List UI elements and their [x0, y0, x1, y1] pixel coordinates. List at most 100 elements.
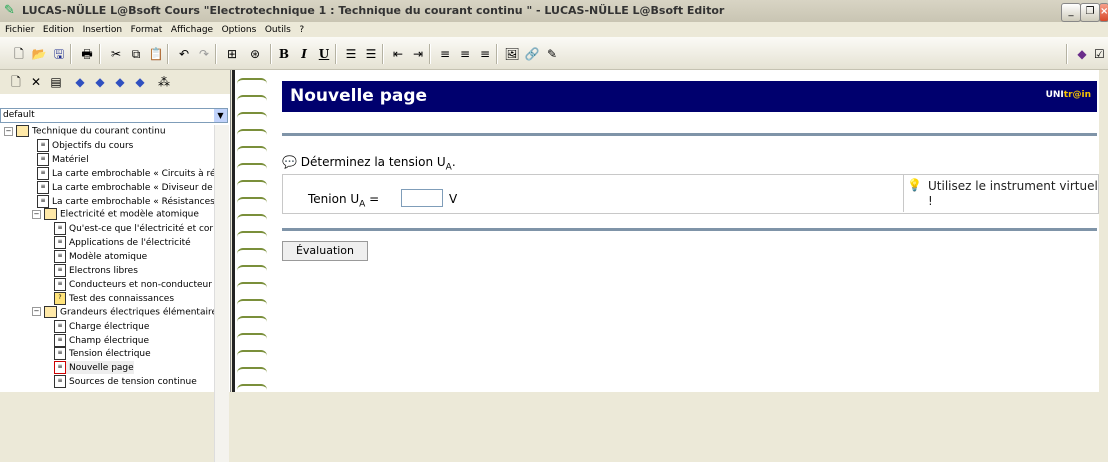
tree-item[interactable]: ≡ Objectifs du cours — [37, 138, 134, 152]
page-icon: ≡ — [37, 180, 49, 194]
spiral-ring — [237, 350, 267, 362]
tree-item[interactable]: ? Test des connaissances — [54, 291, 174, 305]
view-dropdown[interactable]: default ▼ — [0, 108, 228, 123]
image-icon[interactable]: 🖼 — [504, 46, 520, 62]
restore-icon[interactable]: ❐ — [1080, 3, 1100, 22]
content-scrollbar[interactable] — [1099, 70, 1108, 392]
minimize-icon[interactable]: _ — [1061, 3, 1081, 22]
toolbar-separator — [70, 44, 72, 64]
bullet-list-icon[interactable]: ☰ — [343, 46, 359, 62]
tree-item[interactable]: ≡ Champ électrique — [54, 333, 150, 347]
delete-icon[interactable]: ✕ — [28, 74, 44, 90]
spiral-ring — [237, 299, 267, 311]
move-down-icon[interactable]: ◆ — [132, 74, 148, 90]
redo-icon[interactable]: ↷ — [196, 46, 212, 62]
evaluation-button[interactable]: Évaluation — [282, 241, 368, 261]
italic-icon[interactable]: I — [296, 46, 312, 62]
edit-icon[interactable]: ✎ — [544, 46, 560, 62]
undo-icon[interactable]: ↶ — [176, 46, 192, 62]
app-icon: ✎ — [4, 3, 15, 18]
copy-icon[interactable]: ⧉ — [128, 46, 144, 62]
tree-item[interactable]: ≡ Sources de tension continue — [54, 375, 197, 389]
tree-scrollbar[interactable] — [214, 125, 229, 462]
move-up-icon[interactable]: ◆ — [112, 74, 128, 90]
expand-icon[interactable]: − — [4, 126, 13, 136]
tree-item[interactable]: ≡ La carte embrochable « Diviseur de — [37, 180, 213, 194]
tree-item-label: Champ électrique — [69, 335, 150, 346]
tree-item[interactable]: ≡ Nouvelle page — [54, 361, 134, 375]
tree-item[interactable]: ≡ Electrons libres — [54, 264, 138, 277]
menu-options[interactable]: Options — [222, 23, 257, 37]
open-icon[interactable]: 📂 — [31, 46, 47, 62]
tree-item[interactable]: ≡ Applications de l'électricité — [54, 236, 191, 250]
page-icon: ≡ — [37, 138, 49, 152]
toolbar-separator — [335, 44, 337, 64]
menu-affichage[interactable]: Affichage — [171, 23, 213, 37]
menu-fichier[interactable]: Fichier — [5, 23, 34, 37]
indent-increase-icon[interactable]: ⇥ — [410, 46, 426, 62]
page-icon: ≡ — [54, 375, 66, 389]
tree-item-label: Charge électrique — [69, 321, 150, 332]
tree-item[interactable]: ≡ La carte embrochable « Circuits à ré — [37, 166, 214, 180]
align-center-icon[interactable]: ≡ — [457, 46, 473, 62]
move-left-icon[interactable]: ◆ — [72, 74, 88, 90]
numbering-icon[interactable]: ⊞ — [224, 46, 240, 62]
menu-insertion[interactable]: Insertion — [83, 23, 123, 37]
page-icon: ≡ — [54, 333, 66, 347]
tree-options-icon[interactable]: ⁂ — [156, 74, 172, 90]
close-icon[interactable]: × — [1099, 3, 1108, 22]
page-icon: ≡ — [54, 347, 66, 361]
save-icon[interactable]: 🖫 — [51, 46, 67, 62]
tree-item-label: La carte embrochable « Diviseur de — [52, 182, 213, 193]
underline-icon[interactable]: U — [316, 46, 332, 62]
expand-icon[interactable]: − — [32, 209, 41, 219]
new-page-icon[interactable]: 🗋 — [8, 74, 24, 90]
notebook-spiral — [232, 70, 271, 392]
spiral-ring — [237, 180, 267, 192]
toolbar-separator — [270, 44, 272, 64]
align-left-icon[interactable]: ≡ — [437, 46, 453, 62]
new-icon[interactable]: 🗋 — [11, 46, 27, 62]
menu-format[interactable]: Format — [131, 23, 163, 37]
toolbar-separator — [429, 44, 431, 64]
symbol-icon[interactable]: ⊛ — [247, 46, 263, 62]
tree-item[interactable]: ≡ La carte embrochable « Résistances — [37, 194, 214, 208]
print-icon[interactable]: 🖶 — [79, 46, 95, 62]
tree-item[interactable]: ≡ Conducteurs et non-conducteur — [54, 277, 212, 291]
toolbar-separator — [496, 44, 498, 64]
align-right-icon[interactable]: ≡ — [477, 46, 493, 62]
cut-icon[interactable]: ✂ — [108, 46, 124, 62]
chevron-down-icon[interactable]: ▼ — [214, 109, 227, 122]
link-icon[interactable]: 🔗 — [524, 46, 540, 62]
unit-label: V — [449, 192, 458, 206]
chapter-icon — [44, 305, 57, 318]
numbered-list-icon[interactable]: ☰ — [363, 46, 379, 62]
bold-icon[interactable]: B — [276, 46, 292, 62]
properties-icon[interactable]: ▤ — [48, 74, 64, 90]
menu-help[interactable]: ? — [299, 23, 304, 37]
quiz-icon: ? — [54, 291, 66, 305]
menu-edition[interactable]: Edition — [43, 23, 74, 37]
answer-input[interactable] — [401, 189, 443, 207]
expand-icon[interactable]: − — [32, 307, 41, 317]
course-tree: − Technique du courant continu ≡ Objectifs … — [0, 125, 214, 462]
tree-item[interactable]: ≡ Tension électrique — [54, 347, 151, 361]
tree-item[interactable]: − Grandeurs électriques élémentaires — [32, 305, 214, 319]
tree-item[interactable]: ≡ Charge électrique — [54, 319, 150, 333]
tree-item[interactable]: − Electricité et modèle atomique — [32, 208, 199, 221]
page-icon: ≡ — [54, 264, 66, 277]
tree-item[interactable]: ≡ Qu'est-ce que l'électricité et cor — [54, 222, 213, 236]
paste-icon[interactable]: 📋 — [148, 46, 164, 62]
checkbox-icon[interactable]: ☑ — [1094, 46, 1105, 62]
menu-outils[interactable]: Outils — [265, 23, 291, 37]
tree-item[interactable]: − Technique du courant continu — [4, 125, 166, 138]
indent-decrease-icon[interactable]: ⇤ — [390, 46, 406, 62]
tree-item[interactable]: ≡ Matériel — [37, 152, 89, 166]
tree-item-label: Objectifs du cours — [52, 140, 134, 151]
move-right-icon[interactable]: ◆ — [92, 74, 108, 90]
spiral-ring — [237, 384, 267, 396]
question-icon: 💬 — [282, 155, 297, 169]
book-icon[interactable]: ◆ — [1074, 46, 1090, 62]
page-icon: ≡ — [37, 152, 49, 166]
tree-item[interactable]: ≡ Modèle atomique — [54, 250, 147, 264]
